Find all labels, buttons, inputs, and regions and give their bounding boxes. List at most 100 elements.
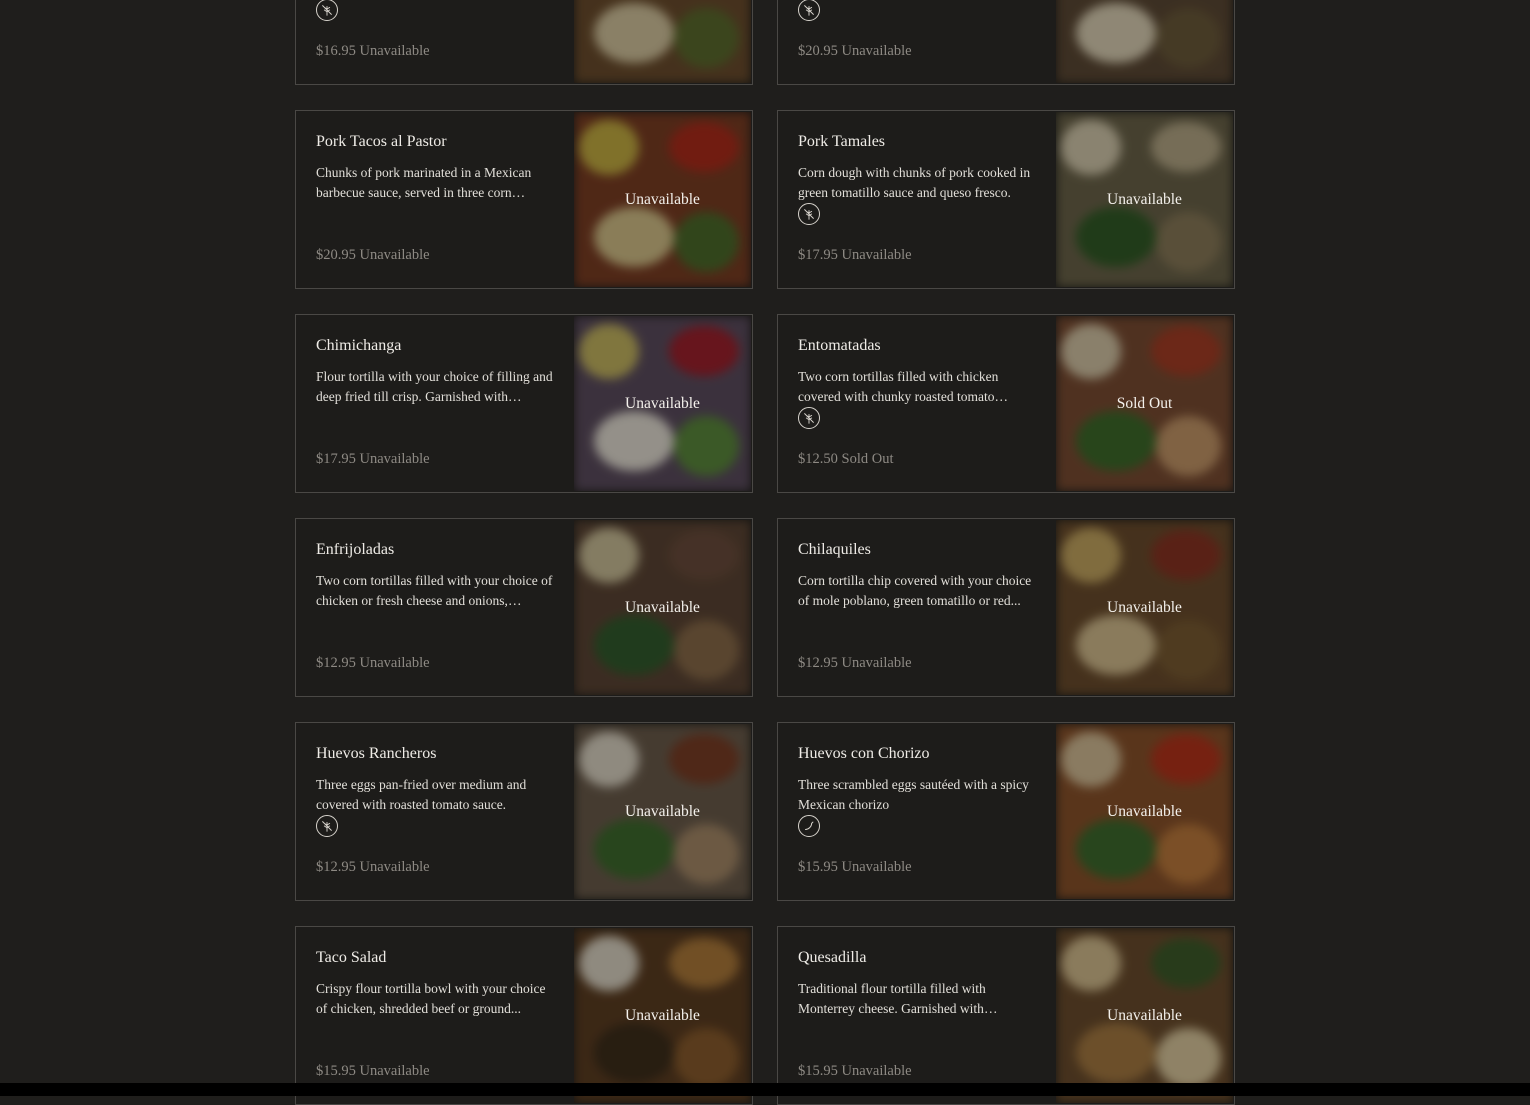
- menu-item-price-line: $17.95 Unavailable: [798, 247, 912, 264]
- leaf-icon: [316, 0, 338, 21]
- photo-status-label: Unavailable: [625, 802, 700, 820]
- menu-item-info: Quesadilla Traditional flour tortilla fil…: [798, 927, 1038, 1104]
- leaf-icon: [798, 407, 820, 429]
- menu-item-info: Pork Tacos al Pastor Chunks of pork marin…: [316, 111, 556, 288]
- photo-status-label: Unavailable: [625, 190, 700, 208]
- menu-item-price-line: $12.50 Sold Out: [798, 451, 893, 468]
- menu-item-price-line: $12.95 Unavailable: [798, 655, 912, 672]
- menu-item-photo[interactable]: Unavailable: [1056, 928, 1233, 1103]
- menu-item-description: Corn tortilla chip covered with your cho…: [798, 573, 1032, 608]
- leaf-icon: [798, 203, 820, 225]
- leaf-icon: [798, 0, 820, 21]
- menu-item-card[interactable]: Taco Salad Crispy flour tortilla bowl wit…: [295, 926, 753, 1105]
- menu-item-description: Crispy flour tortilla bowl with your cho…: [316, 981, 546, 1016]
- menu-item-info: Huevos Rancheros Three eggs pan-fried ove…: [316, 723, 556, 900]
- photo-status-label: Sold Out: [1116, 394, 1173, 412]
- menu-item-availability: Unavailable: [841, 43, 912, 59]
- photo-status-label: Unavailable: [574, 0, 751, 83]
- menu-item-price: $20.95: [798, 43, 838, 59]
- menu-item-card[interactable]: $20.95 UnavailableUnavailable: [777, 0, 1235, 85]
- menu-item-name: Huevos con Chorizo: [798, 745, 930, 762]
- menu-item-price: $16.95: [316, 43, 356, 59]
- menu-item-card[interactable]: Enfrijoladas Two corn tortillas filled wi…: [295, 518, 753, 697]
- menu-item-availability: Unavailable: [359, 859, 430, 875]
- menu-item-price-line: $15.95 Unavailable: [798, 859, 912, 876]
- menu-item-price-line: $20.95 Unavailable: [316, 247, 430, 264]
- menu-item-description: Two corn tortillas filled with chicken c…: [798, 369, 999, 404]
- menu-item-price: $15.95: [316, 1063, 356, 1079]
- menu-item-photo[interactable]: Unavailable: [574, 724, 751, 899]
- menu-item-description: Corn dough with chunks of pork cooked in…: [798, 165, 1031, 200]
- menu-item-card[interactable]: Huevos con Chorizo Three scrambled eggs s…: [777, 722, 1235, 901]
- menu-item-info: Entomatadas Two corn tortillas filled wit…: [798, 315, 1038, 492]
- menu-item-availability: Unavailable: [359, 43, 430, 59]
- menu-item-name: Huevos Rancheros: [316, 745, 437, 762]
- menu-item-availability: Unavailable: [841, 247, 912, 263]
- menu-item-availability: Unavailable: [359, 655, 430, 671]
- menu-item-price: $12.50: [798, 451, 838, 467]
- leaf-icon: [316, 815, 338, 837]
- menu-item-availability: Unavailable: [359, 247, 430, 263]
- menu-item-photo[interactable]: Unavailable: [1056, 520, 1233, 695]
- menu-item-description: Two corn tortillas filled with your choi…: [316, 573, 553, 608]
- menu-item-info: Taco Salad Crispy flour tortilla bowl wit…: [316, 927, 556, 1104]
- menu-item-photo[interactable]: Unavailable: [574, 316, 751, 491]
- menu-item-photo[interactable]: Unavailable: [574, 928, 751, 1103]
- menu-item-name: Chimichanga: [316, 337, 402, 354]
- menu-item-price: $12.95: [316, 859, 356, 875]
- photo-status-label: Unavailable: [1107, 802, 1182, 820]
- menu-item-availability: Unavailable: [841, 859, 912, 875]
- menu-item-availability: Unavailable: [359, 1063, 430, 1079]
- menu-item-photo[interactable]: Unavailable: [574, 0, 751, 83]
- menu-item-description: Flour tortilla with your choice of filli…: [316, 369, 553, 404]
- pepper-icon: [798, 815, 820, 837]
- menu-item-card[interactable]: $16.95 UnavailableUnavailable: [295, 0, 753, 85]
- menu-item-availability: Sold Out: [841, 451, 894, 467]
- photo-status-label: Unavailable: [1107, 598, 1182, 616]
- menu-item-photo[interactable]: Sold Out: [1056, 316, 1233, 491]
- menu-item-name: Pork Tacos al Pastor: [316, 133, 447, 150]
- menu-item-info: Enfrijoladas Two corn tortillas filled wi…: [316, 519, 556, 696]
- menu-item-name: Entomatadas: [798, 337, 881, 354]
- menu-item-description: Three scrambled eggs sautéed with a spic…: [798, 777, 1029, 812]
- menu-item-photo[interactable]: Unavailable: [1056, 112, 1233, 287]
- menu-item-name: Chilaquiles: [798, 541, 871, 558]
- photo-status-label: Unavailable: [1056, 0, 1233, 83]
- menu-item-card[interactable]: Entomatadas Two corn tortillas filled wit…: [777, 314, 1235, 493]
- menu-item-name: Quesadilla: [798, 949, 867, 966]
- menu-item-price: $20.95: [316, 247, 356, 263]
- menu-item-photo[interactable]: Unavailable: [1056, 724, 1233, 899]
- menu-item-description: Three eggs pan-fried over medium and cov…: [316, 777, 527, 812]
- menu-grid: $16.95 UnavailableUnavailable$20.95 Unav…: [295, 0, 1235, 1105]
- menu-item-card[interactable]: Chilaquiles Corn tortilla chip covered wi…: [777, 518, 1235, 697]
- menu-item-availability: Unavailable: [841, 655, 912, 671]
- menu-item-info: Chilaquiles Corn tortilla chip covered wi…: [798, 519, 1038, 696]
- photo-status-label: Unavailable: [625, 1006, 700, 1024]
- menu-item-availability: Unavailable: [359, 451, 430, 467]
- menu-item-name: Pork Tamales: [798, 133, 886, 150]
- menu-item-price-line: $17.95 Unavailable: [316, 451, 430, 468]
- photo-status-label: Unavailable: [625, 598, 700, 616]
- menu-item-price: $17.95: [316, 451, 356, 467]
- menu-item-price-line: $16.95 Unavailable: [316, 43, 430, 60]
- menu-item-photo[interactable]: Unavailable: [574, 520, 751, 695]
- menu-item-name: Taco Salad: [316, 949, 387, 966]
- menu-item-name: Enfrijoladas: [316, 541, 395, 558]
- menu-item-price: $15.95: [798, 859, 838, 875]
- menu-item-info: Chimichanga Flour tortilla with your choi…: [316, 315, 556, 492]
- menu-item-price-line: $15.95 Unavailable: [316, 1063, 430, 1080]
- menu-item-price: $15.95: [798, 1063, 838, 1079]
- menu-item-photo[interactable]: Unavailable: [574, 112, 751, 287]
- menu-item-info: Huevos con Chorizo Three scrambled eggs s…: [798, 723, 1038, 900]
- menu-item-card[interactable]: Quesadilla Traditional flour tortilla fil…: [777, 926, 1235, 1105]
- menu-item-price: $12.95: [798, 655, 838, 671]
- photo-status-label: Unavailable: [1107, 1006, 1182, 1024]
- menu-item-description: Traditional flour tortilla filled with M…: [798, 981, 986, 1016]
- menu-item-card[interactable]: Pork Tamales Corn dough with chunks of po…: [777, 110, 1235, 289]
- menu-item-card[interactable]: Pork Tacos al Pastor Chunks of pork marin…: [295, 110, 753, 289]
- menu-item-card[interactable]: Chimichanga Flour tortilla with your choi…: [295, 314, 753, 493]
- photo-status-label: Unavailable: [1107, 190, 1182, 208]
- menu-item-price-line: $20.95 Unavailable: [798, 43, 912, 60]
- menu-item-photo[interactable]: Unavailable: [1056, 0, 1233, 83]
- menu-item-card[interactable]: Huevos Rancheros Three eggs pan-fried ove…: [295, 722, 753, 901]
